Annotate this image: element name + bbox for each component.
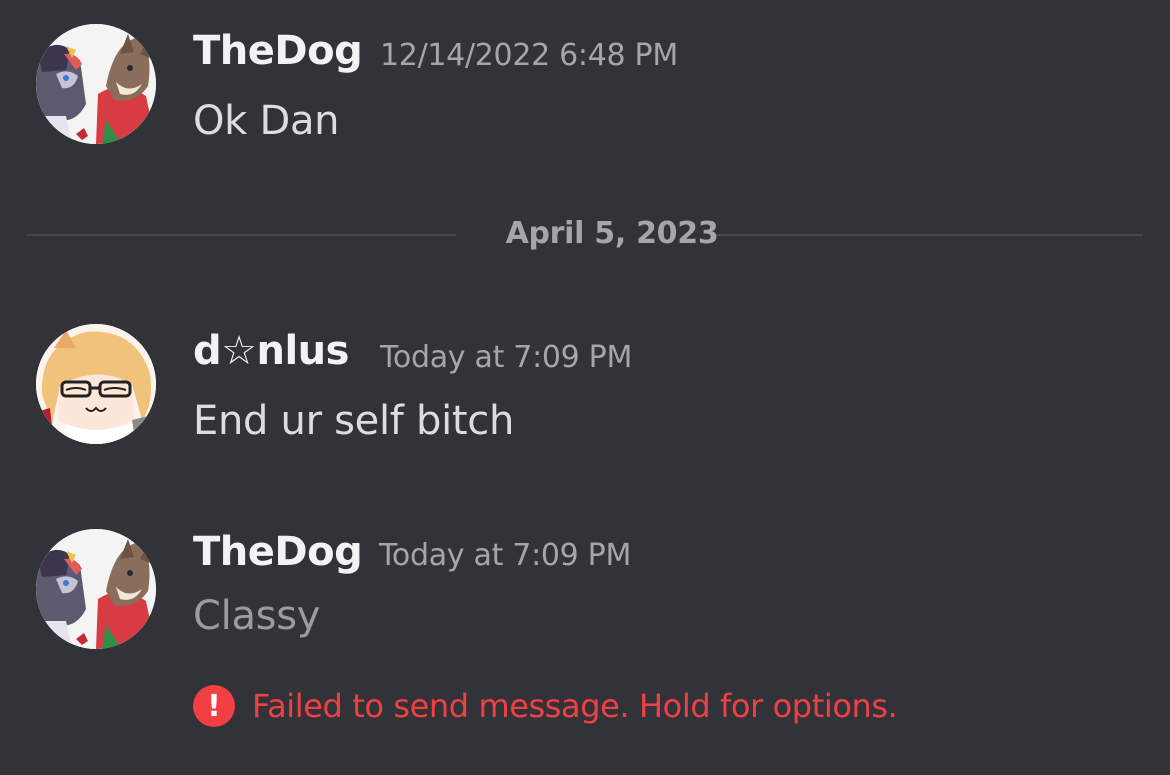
date-divider: April 5, 2023 xyxy=(27,216,1143,251)
wolf-couple-avatar-icon xyxy=(36,24,156,144)
divider-line-left xyxy=(27,234,456,236)
message-text: Classy xyxy=(193,593,321,639)
divider-line-right xyxy=(716,234,1143,236)
username[interactable]: TheDog xyxy=(193,28,363,74)
username[interactable]: d☆nlus xyxy=(193,328,349,374)
send-failed-notice[interactable]: ! Failed to send message. Hold for optio… xyxy=(193,684,898,728)
user-avatar[interactable] xyxy=(36,529,156,649)
message-timestamp: Today at 7:09 PM xyxy=(380,340,633,375)
message-text: End ur self bitch xyxy=(193,398,515,444)
user-avatar[interactable] xyxy=(36,324,156,444)
date-divider-label: April 5, 2023 xyxy=(505,216,719,251)
wolf-couple-avatar-icon xyxy=(36,529,156,649)
message-timestamp: 12/14/2022 6:48 PM xyxy=(380,38,678,73)
message-item[interactable]: TheDog 12/14/2022 6:48 PM Ok Dan xyxy=(0,0,1170,170)
message-text: Ok Dan xyxy=(193,98,340,144)
exclamation-icon: ! xyxy=(193,685,235,727)
username[interactable]: TheDog xyxy=(193,529,363,575)
message-timestamp: Today at 7:09 PM xyxy=(379,538,632,573)
user-avatar[interactable] xyxy=(36,24,156,144)
message-item[interactable]: d☆nlus Today at 7:09 PM End ur self bitc… xyxy=(0,300,1170,470)
error-text: Failed to send message. Hold for options… xyxy=(252,687,898,725)
anime-girl-avatar-icon xyxy=(36,324,156,444)
chat-screen: TheDog 12/14/2022 6:48 PM Ok Dan April 5… xyxy=(0,0,1170,775)
